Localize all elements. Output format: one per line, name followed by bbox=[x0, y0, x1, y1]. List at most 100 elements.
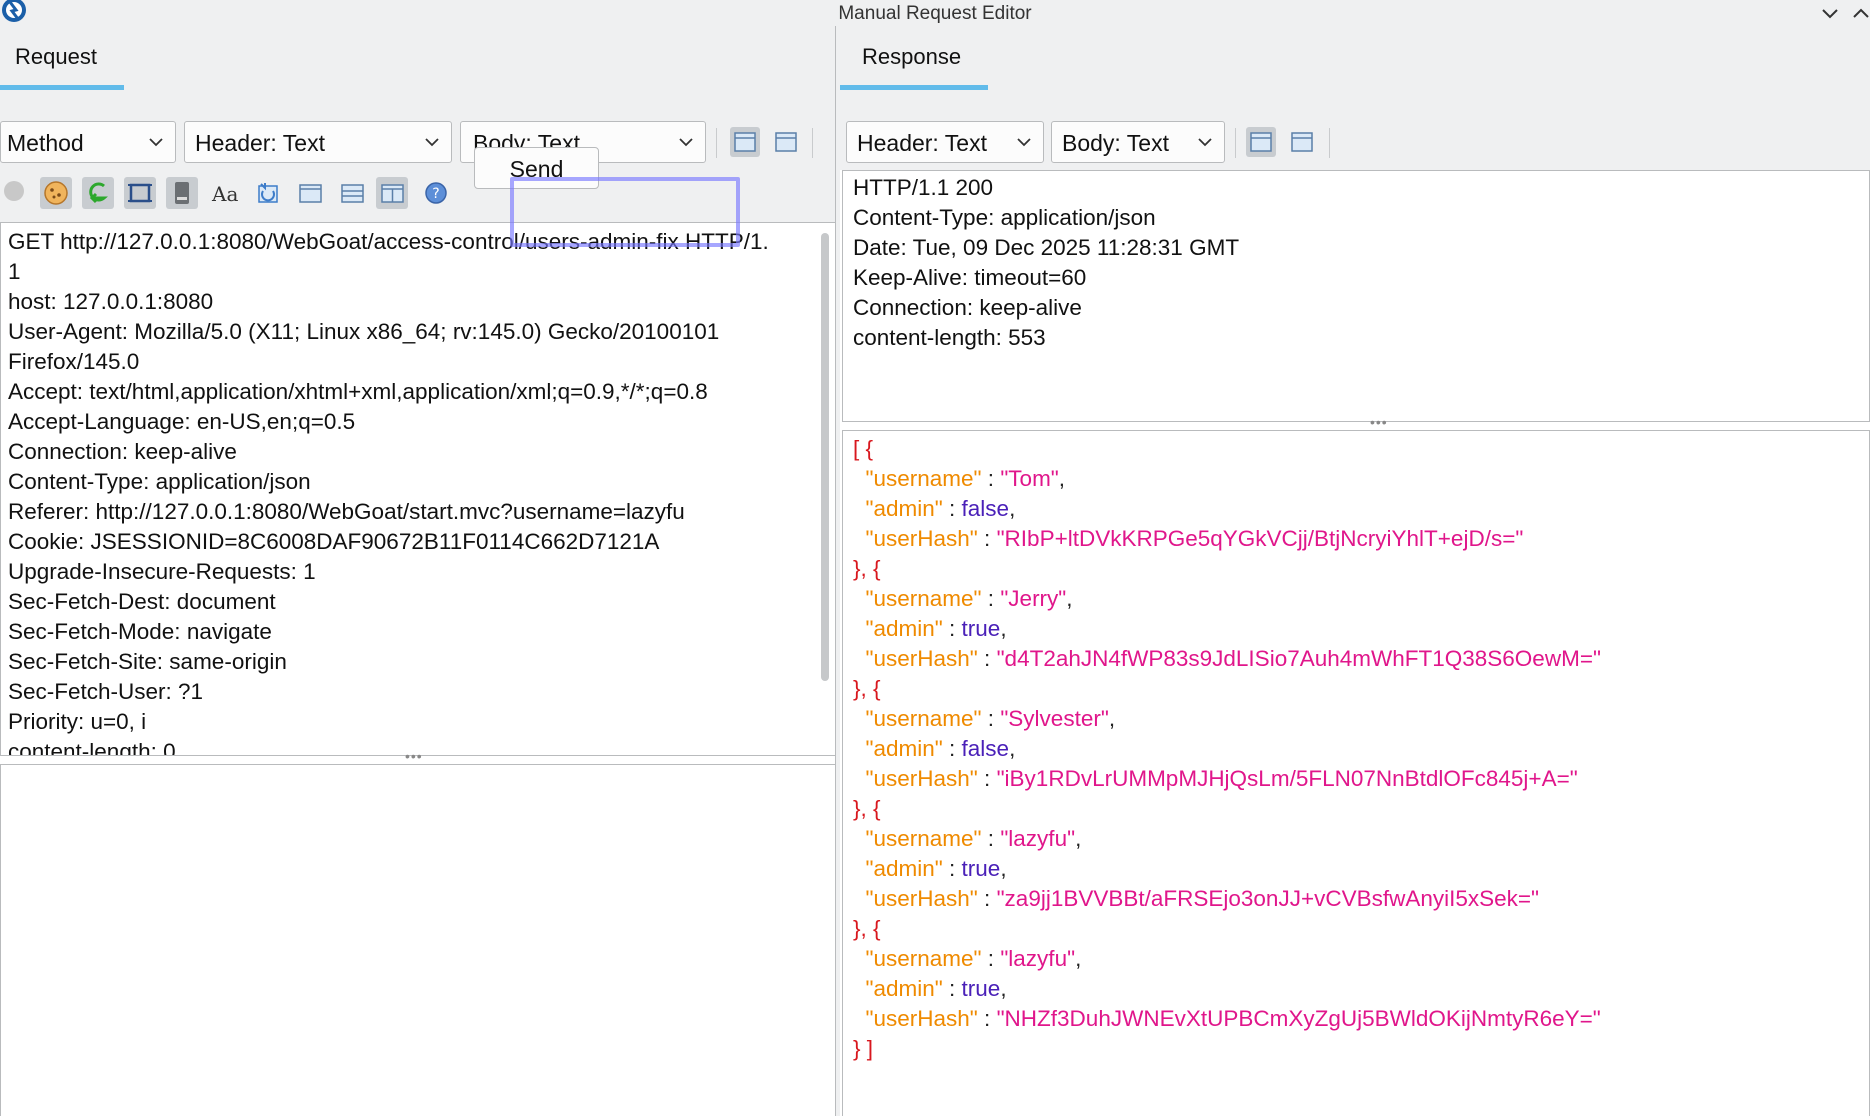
request-line: Content-Type: application/json bbox=[8, 469, 311, 494]
follow-redirect-icon[interactable] bbox=[82, 177, 114, 209]
json-bracket: }, { bbox=[853, 556, 881, 581]
refresh-icon[interactable] bbox=[252, 177, 284, 209]
json-colon: : bbox=[981, 946, 1001, 971]
toolbar-separator bbox=[716, 128, 717, 158]
request-body-editor[interactable] bbox=[0, 764, 836, 1116]
json-line: "userHash" : "RIbP+ltDVkKRPGe5qYGkVCjj/B… bbox=[853, 524, 1869, 554]
columns-icon[interactable] bbox=[376, 177, 408, 209]
request-line: 1 bbox=[8, 259, 21, 284]
json-boolean: false bbox=[961, 736, 1010, 761]
layout-tabs-icon[interactable] bbox=[1245, 126, 1277, 158]
request-line: Priority: u=0, i bbox=[8, 709, 147, 734]
response-splitter-handle[interactable]: ••• bbox=[1370, 414, 1388, 430]
json-line: "admin" : false, bbox=[853, 494, 1869, 524]
json-boolean: true bbox=[961, 856, 1001, 881]
request-scrollbar[interactable] bbox=[821, 233, 829, 681]
request-line: Cookie: JSESSIONID=8C6008DAF90672B11F011… bbox=[8, 529, 660, 554]
window-titlebar: Manual Request Editor bbox=[0, 0, 1870, 26]
tab-request[interactable]: Request bbox=[15, 44, 97, 70]
json-line: "username" : "Tom", bbox=[853, 464, 1869, 494]
database-icon[interactable] bbox=[166, 177, 198, 209]
json-bracket: } ] bbox=[853, 1036, 874, 1061]
json-key: "username" bbox=[865, 706, 982, 731]
json-line: "userHash" : "d4T2ahJN4fWP83s9JdLISio7Au… bbox=[853, 644, 1869, 674]
cookie-icon[interactable] bbox=[40, 177, 72, 209]
json-comma: , bbox=[1009, 736, 1016, 761]
json-line: }, { bbox=[853, 794, 1869, 824]
json-line: "username" : "Sylvester", bbox=[853, 704, 1869, 734]
json-colon: : bbox=[977, 766, 997, 791]
json-string: "Jerry" bbox=[1000, 586, 1067, 611]
json-bracket: }, { bbox=[853, 796, 881, 821]
help-icon[interactable]: ? bbox=[420, 177, 452, 209]
json-line: "userHash" : "NHZf3DuhJWNEvXtUPBCmXyZgUj… bbox=[853, 1004, 1869, 1034]
method-combo-label: Method bbox=[7, 130, 84, 156]
request-line: Sec-Fetch-User: ?1 bbox=[8, 679, 204, 704]
json-colon: : bbox=[942, 616, 962, 641]
chevron-down-icon bbox=[1017, 138, 1031, 147]
layout-split-icon[interactable] bbox=[770, 126, 802, 158]
chevron-down-icon bbox=[425, 138, 439, 147]
json-comma: , bbox=[1000, 856, 1007, 881]
json-string: "lazyfu" bbox=[1000, 946, 1076, 971]
json-key: "admin" bbox=[865, 976, 943, 1001]
toolbar-separator bbox=[1329, 128, 1330, 158]
record-icon[interactable] bbox=[0, 177, 32, 209]
window-icon[interactable] bbox=[294, 177, 326, 209]
request-header-editor[interactable]: GET http://127.0.0.1:8080/WebGoat/access… bbox=[0, 222, 836, 756]
json-colon: : bbox=[942, 496, 962, 521]
request-header-combo[interactable]: Header: Text bbox=[184, 121, 452, 163]
json-key: "username" bbox=[865, 826, 982, 851]
json-comma: , bbox=[1108, 706, 1116, 731]
response-header-viewer[interactable]: HTTP/1.1 200 Content-Type: application/js… bbox=[842, 170, 1870, 422]
tab-response[interactable]: Response bbox=[862, 44, 961, 70]
json-boolean: true bbox=[961, 976, 1001, 1001]
split-icon[interactable] bbox=[336, 177, 368, 209]
json-string: "Tom" bbox=[1000, 466, 1059, 491]
json-line: "admin" : true, bbox=[853, 614, 1869, 644]
json-string: "NHZf3DuhJWNEvXtUPBCmXyZgUj5BWldOKijNmty… bbox=[996, 1006, 1601, 1031]
json-key: "username" bbox=[865, 946, 982, 971]
json-line: "username" : "Jerry", bbox=[853, 584, 1869, 614]
layout-tabs-icon[interactable] bbox=[729, 126, 761, 158]
request-splitter-handle[interactable]: ••• bbox=[405, 748, 423, 764]
json-line: "userHash" : "za9jj1BVVBBt/aFRSEjo3onJJ+… bbox=[853, 884, 1869, 914]
json-line: [ { bbox=[853, 434, 1869, 464]
font-icon[interactable]: Aa bbox=[212, 182, 244, 214]
json-line: "admin" : true, bbox=[853, 854, 1869, 884]
json-comma: , bbox=[1000, 616, 1007, 641]
json-string: "Sylvester" bbox=[1000, 706, 1109, 731]
request-line: Upgrade-Insecure-Requests: 1 bbox=[8, 559, 316, 584]
json-key: "userHash" bbox=[865, 766, 978, 791]
chevron-down-icon[interactable] bbox=[1819, 2, 1841, 24]
response-body-combo[interactable]: Body: Text bbox=[1051, 121, 1225, 163]
request-line: Sec-Fetch-Dest: document bbox=[8, 589, 276, 614]
json-line: "username" : "lazyfu", bbox=[853, 944, 1869, 974]
request-line: Sec-Fetch-Mode: navigate bbox=[8, 619, 272, 644]
request-tabbar: Request bbox=[0, 26, 835, 90]
frame-icon[interactable] bbox=[124, 177, 156, 209]
json-colon: : bbox=[977, 526, 997, 551]
json-colon: : bbox=[942, 856, 962, 881]
method-combo[interactable]: Method bbox=[0, 121, 176, 163]
json-colon: : bbox=[977, 886, 997, 911]
chevron-up-icon[interactable] bbox=[1850, 2, 1870, 24]
response-body-combo-label: Body: Text bbox=[1062, 130, 1169, 156]
json-comma: , bbox=[1000, 976, 1007, 1001]
response-header-text: HTTP/1.1 200 Content-Type: application/js… bbox=[853, 173, 1869, 353]
response-header-combo[interactable]: Header: Text bbox=[846, 121, 1044, 163]
layout-split-icon[interactable] bbox=[1286, 126, 1318, 158]
json-bracket: }, { bbox=[853, 676, 881, 701]
json-key: "userHash" bbox=[865, 646, 978, 671]
response-body-viewer[interactable]: [ { "username" : "Tom", "admin" : false,… bbox=[842, 430, 1870, 1116]
chevron-down-icon bbox=[679, 138, 693, 147]
chevron-down-icon bbox=[149, 138, 163, 147]
json-bracket: [ { bbox=[853, 436, 874, 461]
